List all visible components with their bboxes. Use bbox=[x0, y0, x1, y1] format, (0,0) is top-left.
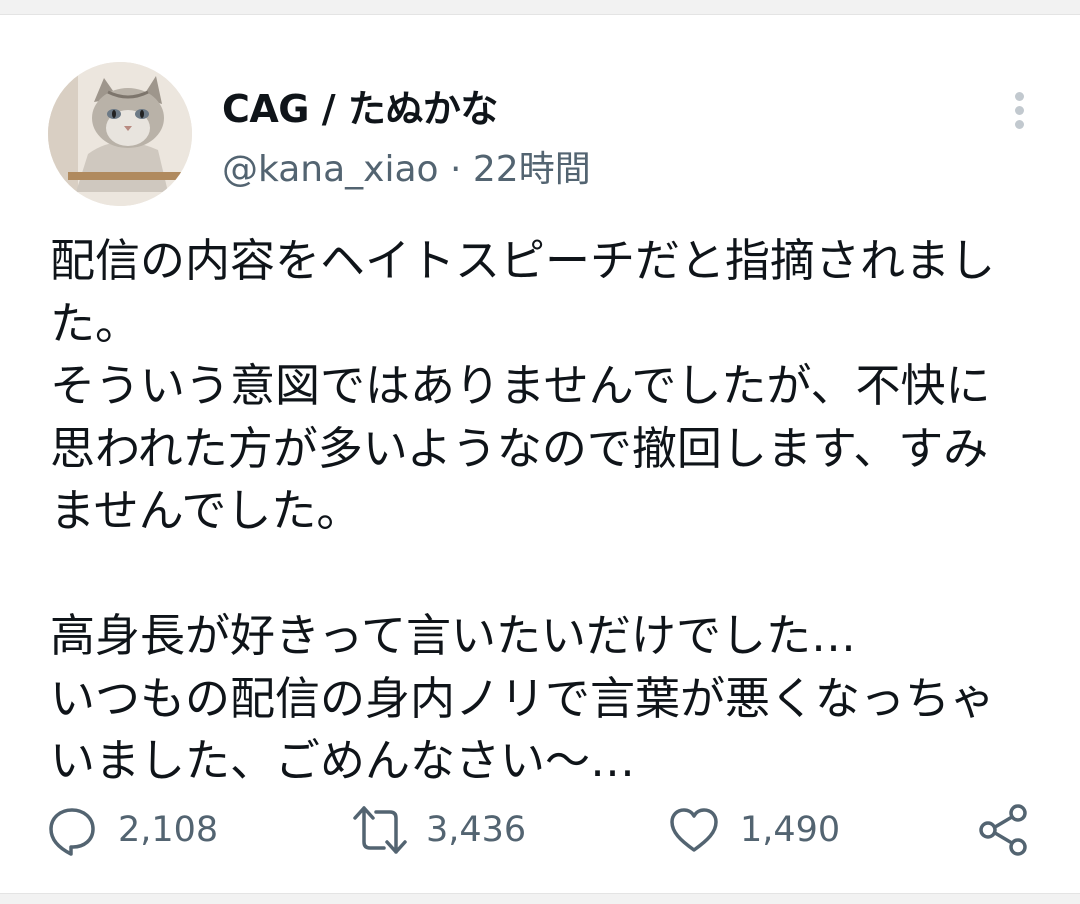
tweet-timestamp[interactable]: 22時間 bbox=[473, 149, 591, 190]
meta-separator: · bbox=[450, 149, 462, 190]
tweet-text-line: いつもの配信の身内ノリで言葉が悪くなっちゃ bbox=[50, 671, 996, 725]
more-vertical-icon[interactable] bbox=[1000, 88, 1040, 134]
top-divider bbox=[0, 0, 1080, 15]
tweet-text: 配信の内容をヘイトスピーチだと指摘されまし た。 そういう意図ではありませんでし… bbox=[50, 230, 1010, 793]
retweet-icon bbox=[352, 802, 408, 858]
share-icon bbox=[975, 802, 1031, 858]
reply-button[interactable]: 2,108 bbox=[44, 803, 218, 857]
author-handle[interactable]: @kana_xiao bbox=[222, 149, 439, 190]
share-button[interactable] bbox=[975, 803, 1031, 857]
avatar[interactable] bbox=[48, 62, 192, 206]
author-meta: @kana_xiao · 22時間 bbox=[222, 140, 591, 192]
like-button[interactable]: 1,490 bbox=[666, 803, 840, 857]
author-display-name[interactable]: CAG / たぬかな bbox=[222, 78, 498, 133]
reply-count: 2,108 bbox=[118, 810, 219, 850]
tweet-text-line bbox=[50, 543, 1010, 606]
retweet-count: 3,436 bbox=[426, 810, 527, 850]
heart-icon bbox=[666, 802, 722, 858]
tweet-text-line: 高身長が好きって言いたいだけでした… bbox=[50, 609, 856, 662]
cat-avatar-image bbox=[48, 62, 192, 206]
reply-icon bbox=[44, 802, 100, 858]
like-count: 1,490 bbox=[740, 810, 841, 850]
tweet-text-line: そういう意図ではありませんでしたが、不快に bbox=[50, 359, 991, 412]
bottom-divider bbox=[0, 893, 1080, 904]
tweet-text-line: ませんでした。 bbox=[50, 484, 362, 537]
tweet-text-line: いました、ごめんなさい〜… bbox=[50, 734, 636, 787]
tweet-text-line: 思われた方が多いようなので撤回します、すみ bbox=[50, 421, 989, 475]
tweet-text-line: た。 bbox=[50, 296, 141, 350]
retweet-button[interactable]: 3,436 bbox=[352, 803, 526, 857]
tweet-text-line: 配信の内容をヘイトスピーチだと指摘されまし bbox=[50, 234, 996, 287]
